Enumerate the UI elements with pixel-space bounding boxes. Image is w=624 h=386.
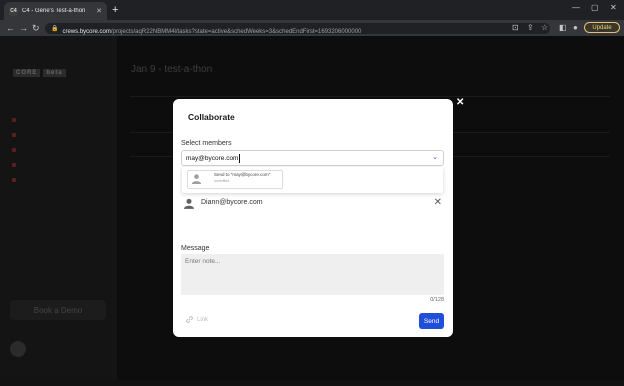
sidebar-toggle-icon[interactable]: ◧ [559, 23, 567, 32]
nav-dot-icon [12, 178, 16, 182]
browser-tabbar: C4 C4 - Gene's Test-a-thon ✕ + — ▢ ✕ [0, 0, 624, 20]
message-textarea[interactable] [181, 254, 444, 295]
modal-close-icon[interactable]: ✕ [456, 97, 464, 109]
remove-member-icon[interactable]: ✕ [434, 197, 442, 209]
minimize-icon[interactable]: — [572, 3, 580, 12]
url-path: /projects/aqR22NBMM4l/tasks?state=active… [110, 28, 362, 35]
taskbar [0, 380, 624, 386]
sidebar: CORE beta Book a Demo [0, 36, 117, 386]
chevron-down-icon[interactable]: ⌄ [432, 153, 438, 161]
app-logo: CORE beta [10, 66, 66, 77]
forward-icon[interactable]: → [19, 22, 28, 34]
character-counter: 0/128 [430, 297, 444, 303]
back-icon[interactable]: ← [6, 22, 15, 34]
favicon-icon: C4 [9, 6, 18, 16]
page-title: Jan 9 - test-a-thon [131, 64, 213, 75]
copy-link-button[interactable]: Link [185, 315, 208, 324]
nav-dot-icon [12, 133, 16, 137]
tab-title: C4 - Gene's Test-a-thon [22, 8, 86, 14]
maximize-icon[interactable]: ▢ [591, 3, 599, 12]
suggestion-label: Send to "may@bycore.com" [214, 172, 271, 177]
share-icon[interactable]: ⇪ [527, 23, 534, 32]
tab-close-icon[interactable]: ✕ [96, 7, 102, 15]
text-caret [239, 153, 241, 163]
book-demo-button[interactable]: Book a Demo [10, 300, 106, 320]
suggestion-status: unverified [214, 179, 230, 183]
lock-icon: 🔒 [51, 26, 59, 32]
url-host: crews.bycore.com [62, 28, 111, 35]
member-search-input[interactable]: may@bycore.com ⌄ [181, 150, 444, 166]
message-label: Message [181, 245, 210, 252]
link-label: Link [197, 316, 209, 323]
user-icon [191, 174, 202, 184]
close-window-icon[interactable]: ✕ [610, 3, 617, 12]
nav-dot-icon [12, 163, 16, 167]
update-button[interactable]: Update [584, 22, 620, 33]
profile-icon[interactable]: ● [573, 23, 578, 32]
send-button[interactable]: Send [419, 313, 444, 329]
nav-dot-icon [12, 148, 16, 152]
collaborate-modal: Collaborate Select members may@bycore.co… [173, 99, 453, 337]
reload-icon[interactable]: ↻ [32, 22, 40, 34]
url-bar[interactable]: 🔒 crews.bycore.com/projects/aqR22NBMM4l/… [45, 23, 550, 35]
browser-tab[interactable]: C4 C4 - Gene's Test-a-thon ✕ [4, 2, 107, 20]
nav-dot-icon [12, 118, 16, 122]
install-icon[interactable]: ⊡ [512, 23, 519, 32]
modal-title: Collaborate [188, 112, 235, 122]
avatar[interactable] [10, 341, 26, 357]
link-icon [186, 316, 193, 323]
member-email: Diann@bycore.com [201, 199, 263, 206]
new-tab-icon[interactable]: + [112, 3, 118, 17]
address-toolbar: ← → ↻ 🔒 crews.bycore.com/projects/aqR22N… [0, 20, 624, 36]
divider [130, 96, 610, 97]
bookmark-star-icon[interactable]: ☆ [541, 23, 548, 32]
member-row: Diann@bycore.com ✕ [181, 196, 444, 211]
user-icon [184, 198, 194, 209]
member-suggestion-dropdown: Send to "may@bycore.com" unverified [182, 167, 443, 193]
members-label: Select members [181, 140, 232, 147]
member-input-value: may@bycore.com [186, 154, 239, 162]
